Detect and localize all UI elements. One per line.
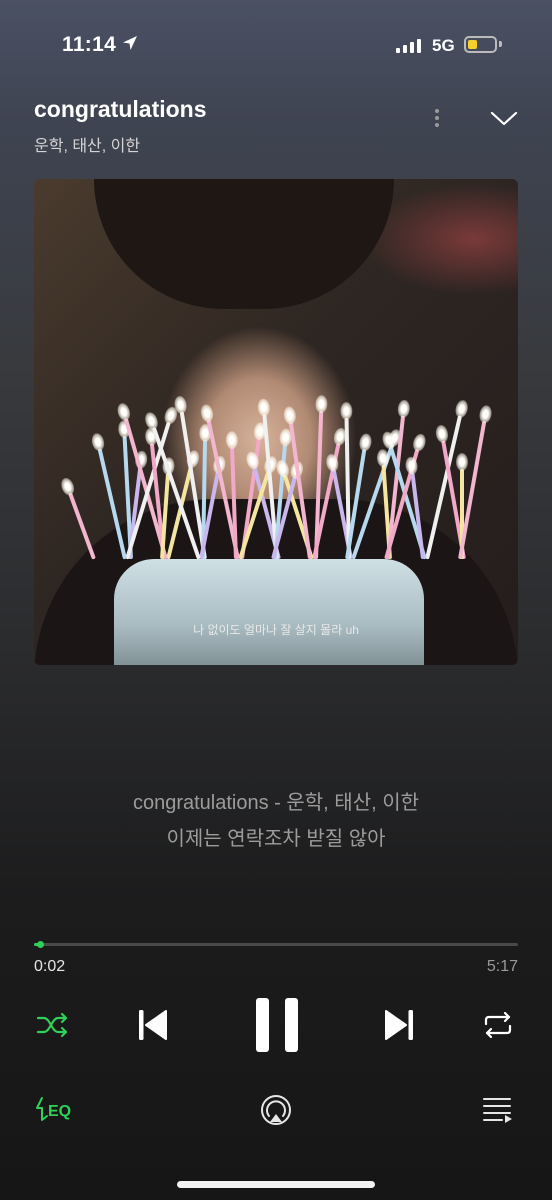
skip-previous-icon[interactable] [136, 1008, 170, 1042]
total-time: 5:17 [486, 958, 518, 975]
airplay-icon[interactable] [259, 1094, 293, 1128]
song-title: congratulations [34, 96, 207, 122]
queue-icon[interactable] [482, 1096, 514, 1124]
home-indicator[interactable] [177, 1181, 375, 1188]
pause-icon[interactable] [254, 996, 300, 1054]
lyrics-line[interactable]: congratulations - 운학, 태산, 이한 [0, 786, 552, 815]
battery-icon [464, 36, 497, 53]
art-candle [230, 446, 238, 560]
more-dot [435, 116, 439, 120]
more-dot [435, 109, 439, 113]
album-art: 나 없이도 얼마나 잘 살지 몰라 uh [34, 179, 518, 665]
more-options-button[interactable] [425, 106, 449, 136]
song-artist[interactable]: 운학, 태산, 이한 [34, 132, 140, 156]
location-arrow-icon [123, 36, 137, 50]
art-candle [97, 448, 127, 560]
repeat-icon[interactable] [482, 1010, 514, 1040]
art-candle [68, 492, 96, 560]
lyrics-line[interactable]: 이제는 연락조차 받질 않아 [0, 822, 552, 851]
shuffle-icon[interactable] [36, 1010, 70, 1040]
progress-bar[interactable] [34, 941, 518, 948]
battery-cap [499, 41, 502, 47]
progress-thumb[interactable] [37, 941, 44, 948]
album-art-subtitle: 나 없이도 얼마나 잘 살지 몰라 uh [193, 623, 359, 637]
elapsed-time: 0:02 [34, 958, 66, 975]
chevron-down-icon[interactable] [488, 108, 520, 128]
network-type: 5G [432, 36, 455, 55]
more-dot [435, 123, 439, 127]
cellular-signal-icon [396, 38, 421, 53]
skip-next-icon[interactable] [382, 1008, 416, 1042]
status-time: 11:14 [62, 33, 117, 56]
svg-text:EQ: EQ [48, 1103, 71, 1120]
status-bar: 11:14 5G [0, 0, 552, 90]
equalizer-icon[interactable]: EQ [34, 1094, 76, 1124]
art-cake [114, 559, 424, 665]
art-candles [68, 399, 487, 560]
art-hair [94, 179, 394, 309]
